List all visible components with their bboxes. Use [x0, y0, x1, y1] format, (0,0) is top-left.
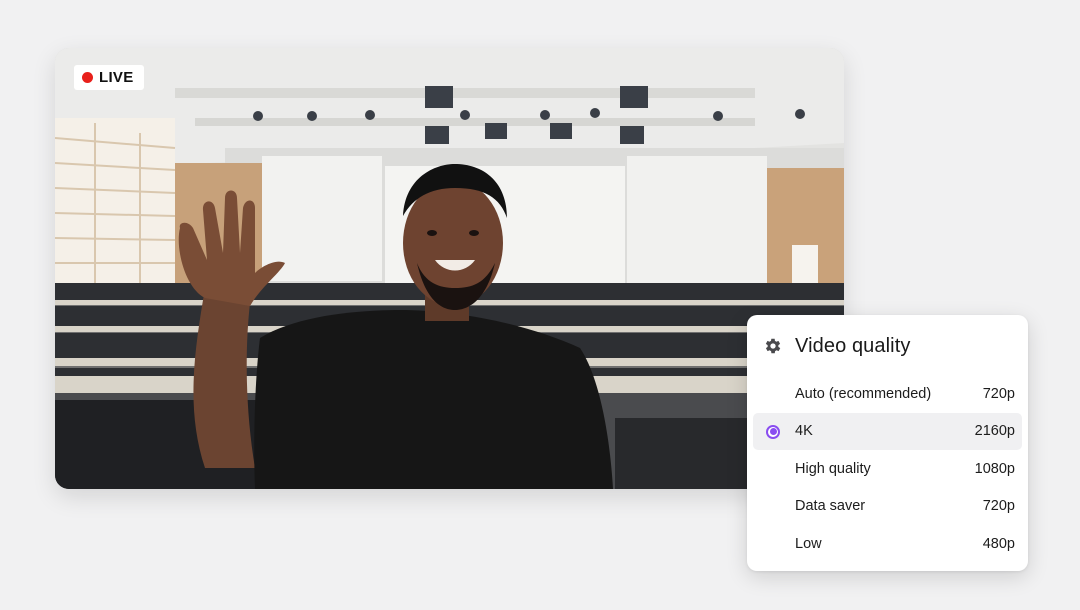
video-player[interactable]: LIVE	[55, 48, 844, 489]
menu-header: Video quality	[763, 331, 910, 361]
option-resolution: 2160p	[974, 423, 1015, 440]
quality-options: Auto (recommended) 720p 4K 2160p High qu…	[753, 375, 1022, 563]
live-label: LIVE	[99, 69, 134, 86]
option-label: Data saver	[795, 498, 866, 515]
option-label: High quality	[795, 460, 871, 477]
quality-option-high[interactable]: High quality 1080p	[753, 450, 1022, 488]
video-frame-image	[55, 48, 844, 489]
quality-option-low[interactable]: Low 480p	[753, 525, 1022, 563]
live-badge: LIVE	[74, 65, 144, 90]
quality-option-data-saver[interactable]: Data saver 720p	[753, 488, 1022, 526]
menu-title: Video quality	[795, 334, 911, 357]
option-resolution: 720p	[982, 385, 1015, 402]
stage: LIVE Video quality Auto (recommended) 72…	[0, 0, 1080, 610]
selected-radio-icon	[766, 424, 780, 439]
option-label: Auto (recommended)	[795, 385, 932, 402]
video-quality-menu: Video quality Auto (recommended) 720p 4K…	[747, 315, 1028, 571]
option-resolution: 720p	[982, 498, 1015, 515]
option-label: Low	[795, 535, 822, 552]
live-dot-icon	[82, 72, 93, 83]
quality-option-4k[interactable]: 4K 2160p	[753, 412, 1022, 450]
option-label: 4K	[795, 423, 813, 440]
gear-icon	[765, 338, 781, 354]
quality-option-auto[interactable]: Auto (recommended) 720p	[753, 375, 1022, 413]
option-resolution: 480p	[982, 535, 1015, 552]
option-resolution: 1080p	[974, 460, 1015, 477]
